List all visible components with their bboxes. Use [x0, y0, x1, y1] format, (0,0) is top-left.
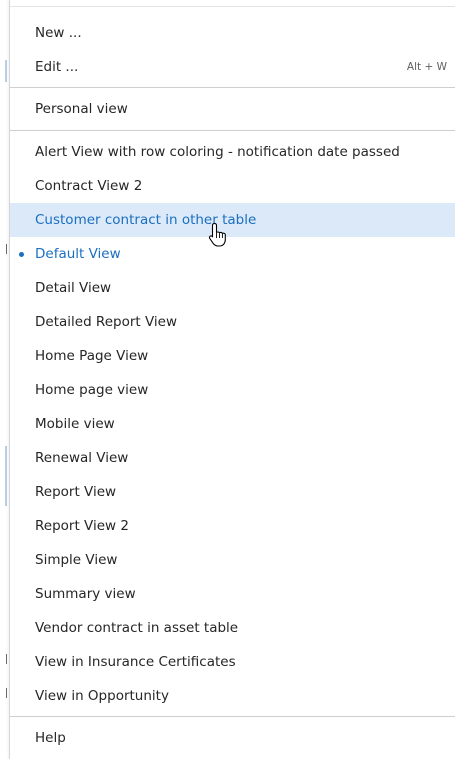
menu-separator	[10, 716, 455, 717]
menu-item-new[interactable]: New ...	[10, 16, 455, 50]
background-edge-mark	[5, 60, 7, 82]
background-edge-mark	[6, 688, 7, 698]
view-item-label: Alert View with row coloring - notificat…	[35, 144, 400, 160]
bullet-dot-icon	[19, 252, 24, 257]
view-item[interactable]: Detailed Report View	[10, 305, 455, 339]
hand-pointer-cursor-icon	[208, 222, 226, 247]
view-item[interactable]: Detail View	[10, 271, 455, 305]
menu-item-label: New ...	[35, 25, 82, 41]
view-item-hovered[interactable]: Customer contract in other table	[10, 203, 455, 237]
background-edge-mark	[5, 446, 7, 506]
view-item-label: View in Opportunity	[35, 688, 169, 704]
keyboard-shortcut: Alt + W	[406, 61, 447, 73]
view-item[interactable]: Vendor contract in asset table	[10, 611, 455, 645]
view-item[interactable]: Report View	[10, 475, 455, 509]
view-item[interactable]: View in Opportunity	[10, 679, 455, 713]
view-item[interactable]: Summary view	[10, 577, 455, 611]
view-item-label: Home Page View	[35, 348, 149, 364]
menu-top-border	[10, 6, 455, 7]
view-item[interactable]: Mobile view	[10, 407, 455, 441]
view-item[interactable]: Report View 2	[10, 509, 455, 543]
view-item[interactable]: Contract View 2	[10, 169, 455, 203]
view-item-label: View in Insurance Certificates	[35, 654, 236, 670]
menu-item-label: Edit ...	[35, 59, 79, 75]
view-item-label: Default View	[35, 246, 121, 262]
menu-item-label: Personal view	[35, 101, 128, 117]
view-item-label: Mobile view	[35, 416, 115, 432]
background-window-edge	[0, 0, 9, 759]
view-item-label: Renewal View	[35, 450, 129, 466]
view-item[interactable]: Renewal View	[10, 441, 455, 475]
view-item-label: Contract View 2	[35, 178, 143, 194]
view-item-label: Summary view	[35, 586, 136, 602]
view-item-label: Vendor contract in asset table	[35, 620, 239, 636]
view-item-selected[interactable]: Default View	[10, 237, 455, 271]
view-item-label: Home page view	[35, 382, 149, 398]
menu-item-edit[interactable]: Edit ... Alt + W	[10, 50, 455, 84]
view-item[interactable]: Home page view	[10, 373, 455, 407]
menu-item-label: Help	[35, 730, 66, 746]
view-item-label: Report View 2	[35, 518, 129, 534]
view-item[interactable]: View in Insurance Certificates	[10, 645, 455, 679]
view-item[interactable]: Alert View with row coloring - notificat…	[10, 135, 455, 169]
menu-item-help[interactable]: Help	[10, 721, 455, 755]
view-item[interactable]: Home Page View	[10, 339, 455, 373]
menu-item-personal-view[interactable]: Personal view	[10, 92, 455, 126]
view-item-label: Report View	[35, 484, 117, 500]
view-item-label: Simple View	[35, 552, 118, 568]
view-item[interactable]: Simple View	[10, 543, 455, 577]
background-edge-mark	[6, 654, 7, 664]
background-edge-mark	[6, 244, 7, 254]
menu-separator	[10, 130, 455, 131]
menu-separator	[10, 87, 455, 88]
view-item-label: Detail View	[35, 280, 112, 296]
view-dropdown-menu: New ... Edit ... Alt + W Personal view A…	[9, 0, 455, 759]
view-item-label: Detailed Report View	[35, 314, 178, 330]
